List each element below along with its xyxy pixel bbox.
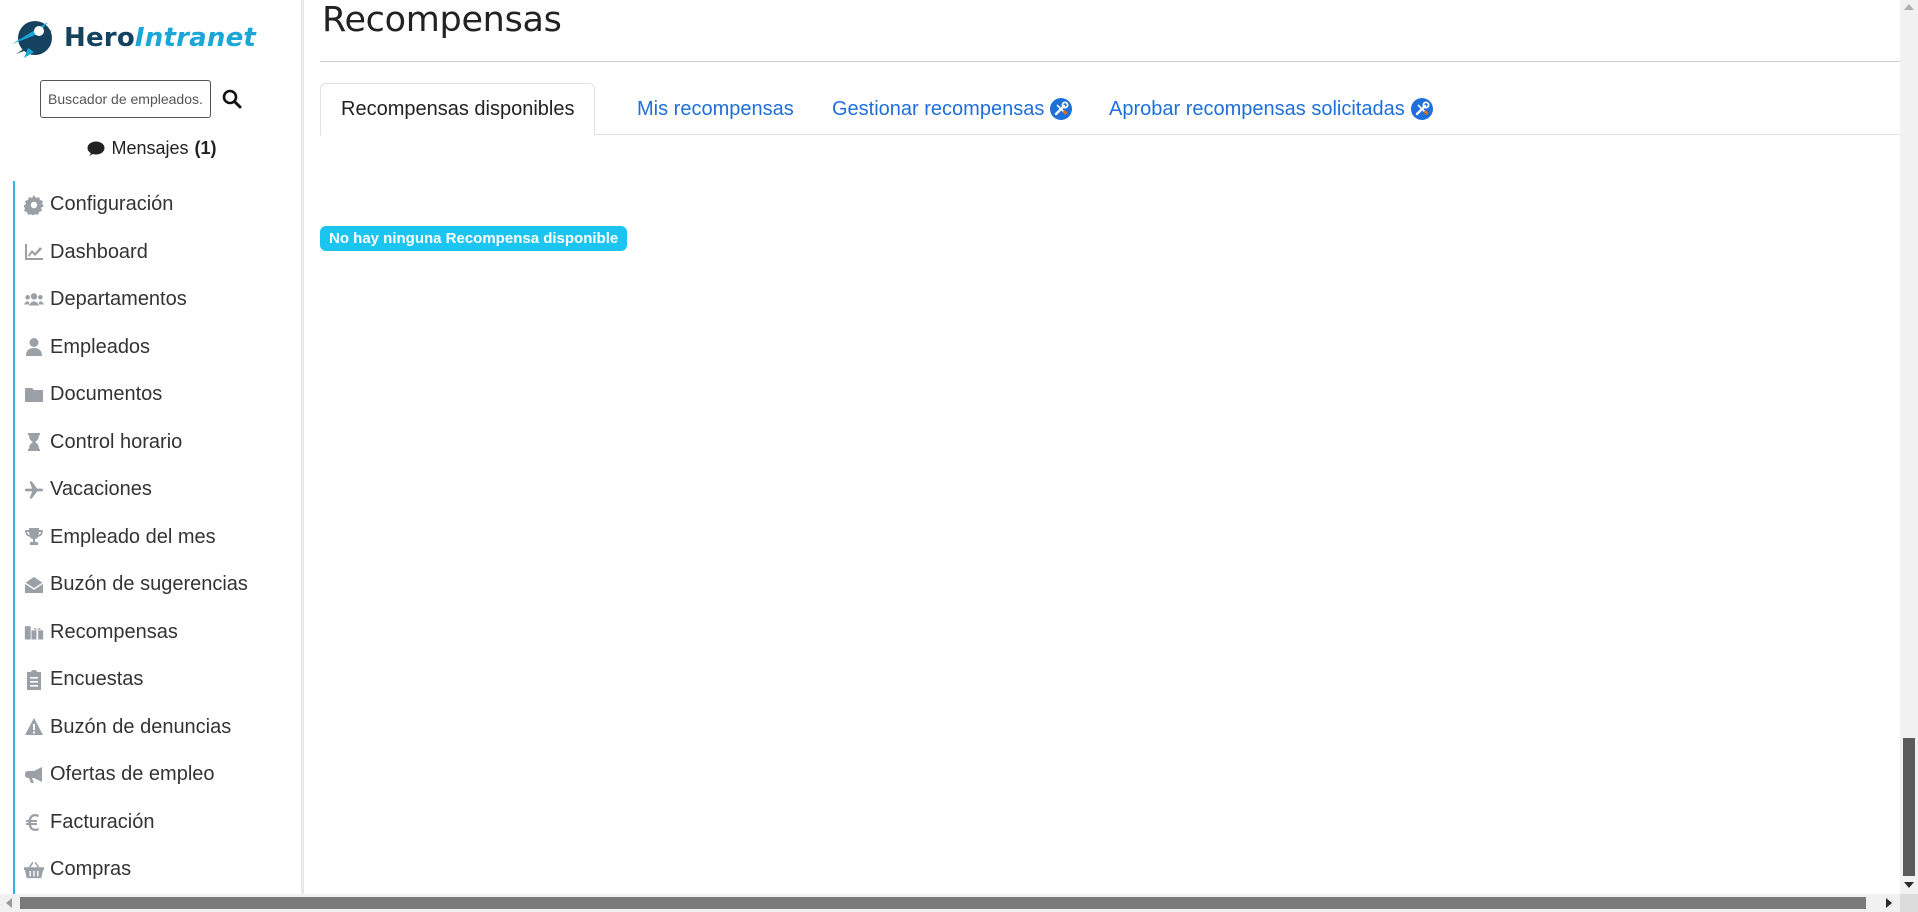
sidebar-item-label: Encuestas (50, 668, 144, 691)
sidebar-item-empleado-del-mes[interactable]: Empleado del mes (13, 513, 301, 561)
tab-recompensas-disponibles[interactable]: Recompensas disponibles (320, 83, 596, 136)
sidebar-item-buzon-sugerencias[interactable]: Buzón de sugerencias (13, 561, 301, 609)
tab-label: Aprobar recompensas solicitadas (1109, 97, 1405, 120)
chart-line-icon (23, 241, 45, 263)
sidebar-item-encuestas[interactable]: Encuestas (13, 656, 301, 704)
sidebar-item-control-horario[interactable]: Control horario (13, 418, 301, 466)
brand-logo[interactable]: HeroIntranet (8, 10, 288, 66)
page-title: Recompensas (322, 0, 562, 40)
messages-label: Mensajes (111, 138, 189, 158)
tab-gestionar-recompensas[interactable]: Gestionar recompensas (812, 83, 1092, 135)
users-icon (23, 289, 45, 311)
euro-icon (23, 811, 45, 833)
scroll-up-icon[interactable] (1904, 4, 1914, 10)
scroll-down-icon[interactable] (1904, 882, 1914, 888)
basket-icon (23, 859, 45, 881)
sidebar-item-configuracion[interactable]: Configuración (13, 181, 301, 229)
hero-logo-icon (12, 21, 52, 58)
trophy-icon (23, 526, 45, 548)
sidebar-item-buzon-denuncias[interactable]: Buzón de denuncias (13, 703, 301, 751)
tab-label: Recompensas disponibles (341, 98, 575, 120)
employee-search (40, 80, 247, 118)
sidebar-item-recompensas[interactable]: Recompensas (13, 608, 301, 656)
sidebar-nav: Configuración Dashboard Departamentos Em… (13, 181, 301, 894)
empty-state-badge: No hay ninguna Recompensa disponible (320, 226, 628, 251)
scroll-right-icon[interactable] (1886, 898, 1892, 908)
sidebar-item-label: Recompensas (50, 620, 178, 643)
sidebar-item-label: Ofertas de empleo (50, 763, 215, 786)
sidebar-item-label: Compras (50, 858, 132, 881)
megaphone-icon (23, 764, 45, 786)
sidebar-item-dashboard[interactable]: Dashboard (13, 228, 301, 276)
brand-name: HeroIntranet (64, 23, 257, 53)
main-content: Recompensas Recompensas disponibles Mis … (306, 0, 1900, 894)
sidebar-item-label: Dashboard (50, 240, 148, 263)
rewards-tabs: Recompensas disponibles Mis recompensas … (320, 83, 1900, 136)
sidebar-item-label: Departamentos (50, 288, 187, 311)
sidebar-item-label: Empleado del mes (50, 525, 216, 548)
sidebar: HeroIntranet Mensajes (1) Configuración … (0, 0, 304, 894)
search-icon[interactable] (217, 84, 247, 114)
tab-label: Mis recompensas (637, 97, 794, 120)
sidebar-item-departamentos[interactable]: Departamentos (13, 276, 301, 324)
vertical-scrollbar[interactable] (1900, 0, 1918, 894)
sidebar-item-compras[interactable]: Compras (13, 846, 301, 894)
tools-icon (1050, 98, 1073, 120)
sidebar-item-empleados[interactable]: Empleados (13, 323, 301, 371)
comment-icon (87, 141, 105, 156)
clipboard-list-icon (23, 669, 45, 691)
sidebar-item-facturacion[interactable]: Facturación (13, 798, 301, 846)
tab-label: Gestionar recompensas (832, 97, 1045, 120)
sidebar-item-label: Configuración (50, 193, 174, 216)
vertical-scrollbar-thumb[interactable] (1903, 738, 1915, 876)
sidebar-item-label: Buzón de denuncias (50, 715, 232, 738)
tab-aprobar-recompensas[interactable]: Aprobar recompensas solicitadas (1089, 83, 1453, 135)
envelope-open-icon (23, 574, 45, 596)
sidebar-item-documentos[interactable]: Documentos (13, 371, 301, 419)
employee-search-input[interactable] (40, 80, 211, 118)
sidebar-item-label: Facturación (50, 810, 155, 833)
sidebar-item-label: Vacaciones (50, 478, 152, 501)
tools-icon (1410, 98, 1433, 120)
messages-count: (1) (194, 138, 217, 158)
horizontal-scrollbar[interactable] (0, 894, 1918, 912)
sidebar-item-ofertas-empleo[interactable]: Ofertas de empleo (13, 751, 301, 799)
scrollbar-corner (1900, 894, 1918, 912)
title-divider (320, 61, 1900, 62)
tab-mis-recompensas[interactable]: Mis recompensas (617, 83, 814, 135)
warning-icon (23, 716, 45, 738)
sidebar-item-label: Buzón de sugerencias (50, 573, 248, 596)
gear-icon (23, 194, 45, 216)
sidebar-item-label: Empleados (50, 335, 151, 358)
horizontal-scrollbar-thumb[interactable] (20, 897, 1866, 909)
gifts-icon (23, 621, 45, 643)
scroll-left-icon[interactable] (6, 898, 12, 908)
sidebar-item-vacaciones[interactable]: Vacaciones (13, 466, 301, 514)
messages-link[interactable]: Mensajes (1) (0, 138, 301, 159)
sidebar-item-label: Control horario (50, 430, 183, 453)
hourglass-icon (23, 431, 45, 453)
folder-icon (23, 384, 45, 406)
user-icon (23, 336, 45, 358)
plane-icon (23, 479, 45, 501)
sidebar-item-label: Documentos (50, 383, 163, 406)
